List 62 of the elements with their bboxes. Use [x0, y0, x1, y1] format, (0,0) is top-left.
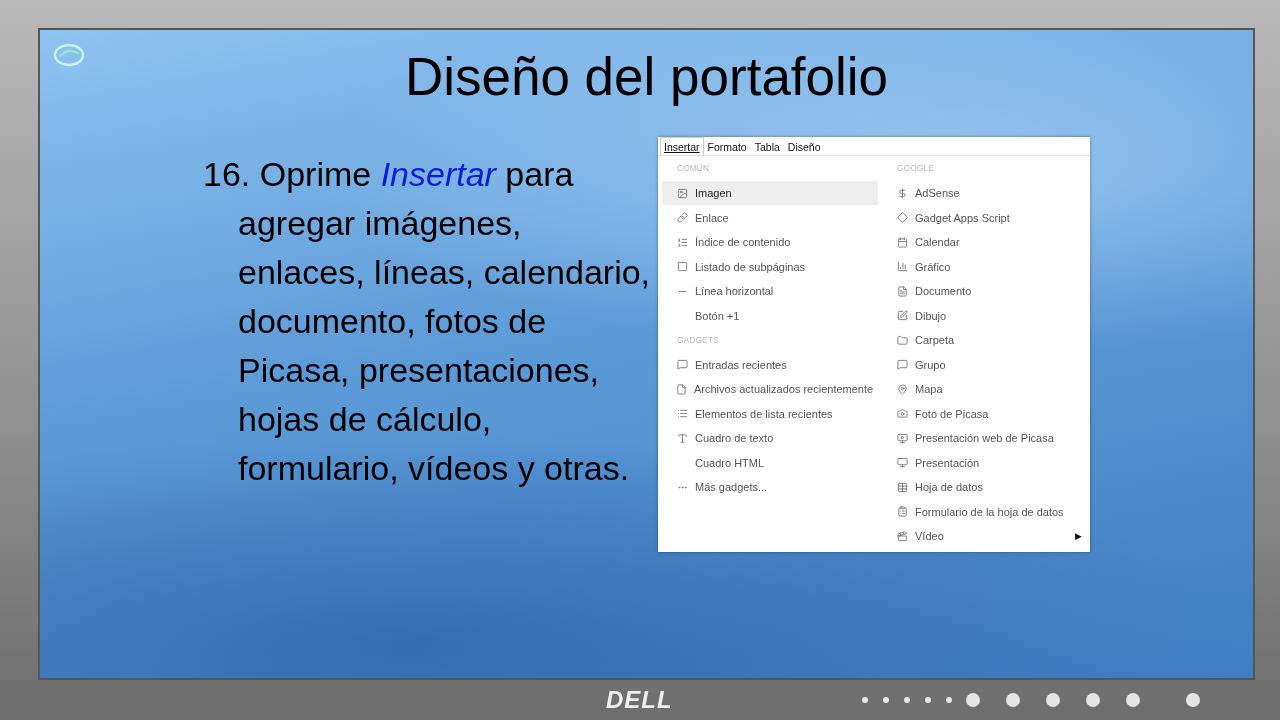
table-icon — [896, 481, 908, 493]
menu-tab[interactable]: Insertar — [660, 137, 704, 156]
menu-tab[interactable]: Tabla — [750, 137, 784, 156]
menu-tab[interactable]: Diseño — [783, 137, 825, 156]
submenu-arrow: ▶ — [1075, 531, 1082, 542]
menu-item[interactable]: Cuadro HTML — [662, 450, 878, 475]
slideshow-icon — [896, 432, 908, 444]
menu-item[interactable]: Foto de Picasa — [882, 401, 1090, 426]
menu-item[interactable]: Línea horizontal — [662, 278, 878, 304]
list-icon — [676, 408, 688, 420]
menu-item[interactable]: Presentación web de Picasa — [882, 425, 1090, 451]
section-heading: COMÚN — [676, 162, 711, 176]
file-icon — [676, 383, 687, 395]
menu-item[interactable]: Imagen — [662, 180, 878, 206]
menu-tab[interactable]: Formato — [703, 137, 751, 156]
menu-item[interactable]: Dibujo — [882, 303, 1090, 328]
chart-icon — [896, 261, 908, 273]
menu-item[interactable]: Presentación — [882, 450, 1090, 475]
pencil-square-icon — [896, 310, 908, 322]
menu-item[interactable]: Cuadro de texto — [662, 425, 878, 451]
diamond-icon — [896, 212, 908, 224]
menu-item[interactable]: Gráfico — [882, 254, 1090, 279]
menu-item[interactable]: Elementos de lista recientes — [662, 401, 878, 426]
menu-item[interactable]: Calendar — [882, 229, 1090, 255]
swirl-logo-icon — [52, 42, 86, 68]
menu-item[interactable]: Documento — [882, 278, 1090, 304]
list-icon — [676, 236, 688, 248]
instruction-paragraph: 16. Oprime Insertar para agregar imágenes, enlaces, líneas, calendario, documento, fotos de Picasa, presentaciones, hojas de cálculo, formulario, vídeos y otras. — [203, 154, 652, 490]
menu-item[interactable]: Enlace — [662, 205, 878, 230]
menu-item[interactable]: Carpeta — [882, 327, 1090, 353]
speech-bubble-icon — [896, 359, 908, 371]
section-heading: GOOGLE — [896, 162, 935, 176]
document-icon — [896, 285, 908, 297]
speech-bubble-icon — [676, 359, 688, 371]
menu-item[interactable]: Entradas recientes — [662, 352, 878, 377]
menu-item[interactable]: Vídeo ▶ — [882, 523, 1090, 549]
menu-item[interactable]: Más gadgets... — [662, 474, 878, 500]
calendar-icon — [896, 236, 908, 248]
monitor-brand: DELL — [606, 686, 673, 714]
menu-item[interactable]: Mapa — [882, 376, 1090, 402]
form-icon — [896, 506, 908, 518]
text-box-icon — [676, 432, 688, 444]
screen-icon — [896, 457, 908, 469]
slide-title: Diseño del portafolio — [404, 48, 889, 107]
menu-item[interactable]: Gadget Apps Script — [882, 205, 1090, 230]
dollar-icon — [896, 187, 908, 199]
link-icon — [676, 212, 688, 224]
camera-icon — [896, 408, 908, 420]
film-icon — [896, 530, 908, 542]
picture-icon — [676, 187, 688, 199]
menu-item[interactable]: Archivos actualizados recientemente — [662, 376, 878, 402]
folder-icon — [896, 334, 908, 346]
menu-item[interactable]: AdSense — [882, 180, 1090, 206]
panel-icon — [676, 261, 688, 273]
menu-item[interactable]: Hoja de datos — [882, 474, 1090, 500]
menu-item[interactable]: Formulario de la hoja de datos — [882, 499, 1090, 524]
menu-item[interactable]: Listado de subpáginas — [662, 254, 878, 279]
menu-item[interactable]: Botón +1 — [662, 303, 878, 328]
map-pin-icon — [896, 383, 908, 395]
menu-item[interactable]: Índice de contenido — [662, 229, 878, 255]
menu-item[interactable]: Grupo — [882, 352, 1090, 377]
section-heading: GADGETS — [676, 333, 720, 347]
